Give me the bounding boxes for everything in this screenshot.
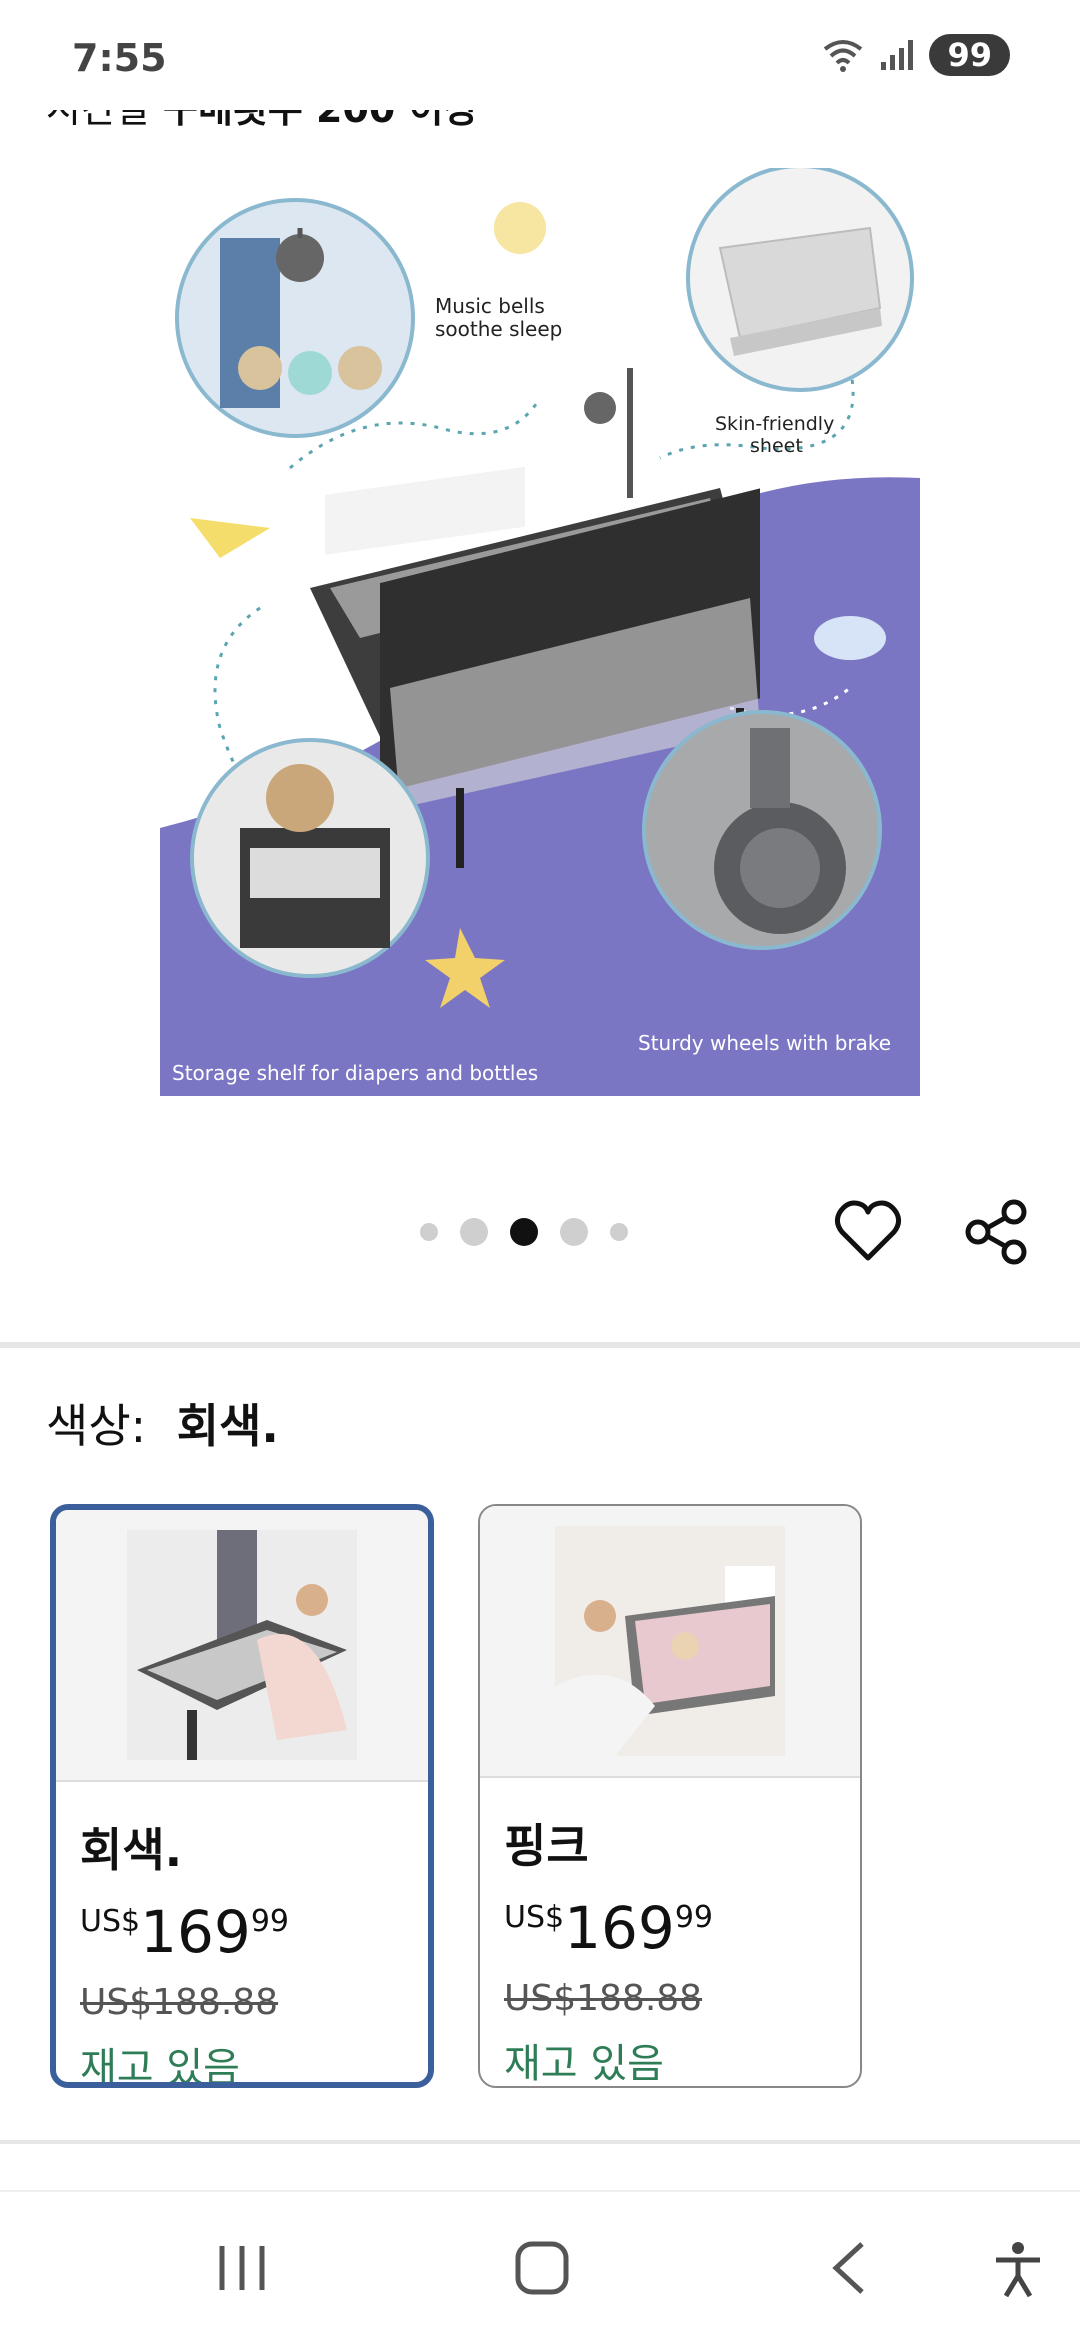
label-wheels: Sturdy wheels with brake — [638, 1031, 891, 1055]
price-whole: 169 — [140, 1898, 251, 1966]
option-name: 핑크 — [504, 1819, 589, 1873]
back-icon[interactable] — [822, 2240, 878, 2296]
label-storage: Storage shelf for diapers and bottles — [172, 1061, 538, 1085]
price-fraction: 99 — [250, 1904, 289, 1939]
battery-badge: 99 — [929, 34, 1010, 76]
color-label-text: 색상: — [46, 1399, 147, 1453]
option-name: 회색. — [80, 1823, 183, 1877]
status-icons: 99 — [821, 34, 1010, 76]
accessibility-icon[interactable] — [990, 2240, 1046, 2300]
option-price: US$16999 — [80, 1898, 404, 1966]
option-price: US$16999 — [504, 1894, 836, 1962]
option-stock: 재고 있음 — [80, 2045, 240, 2088]
price-currency: US$ — [80, 1904, 141, 1939]
option-stock: 재고 있음 — [504, 2041, 664, 2087]
price-fraction: 99 — [674, 1900, 713, 1935]
home-icon[interactable] — [514, 2240, 570, 2296]
divider — [0, 2140, 1080, 2144]
carousel-dot[interactable] — [560, 1218, 588, 1246]
color-label: 색상: 회색. — [46, 1390, 279, 1456]
color-option-card-pink[interactable]: 핑크 US$16999 US$188.88 재고 있음 — [478, 1504, 862, 2088]
label-sheet-line1: Skin-friendly — [715, 413, 834, 435]
carousel-dot[interactable] — [460, 1218, 488, 1246]
crib-thumbnail-gray — [127, 1530, 357, 1760]
label-music-line1: Music bells — [435, 294, 545, 318]
carousel-dot-active[interactable] — [510, 1218, 538, 1246]
option-old-price: US$188.88 — [504, 1978, 703, 2019]
recent-apps-icon[interactable] — [214, 2240, 270, 2296]
share-icon[interactable] — [960, 1196, 1032, 1268]
status-bar: 7:55 99 — [0, 0, 1080, 110]
carousel-dot[interactable] — [610, 1223, 628, 1241]
price-currency: US$ — [504, 1900, 565, 1935]
carousel-dot[interactable] — [420, 1223, 438, 1241]
wifi-icon — [824, 40, 863, 72]
option-thumbnail — [480, 1506, 860, 1778]
option-old-price: US$188.88 — [80, 1982, 279, 2023]
crib-thumbnail-pink — [555, 1526, 785, 1756]
heart-icon[interactable] — [832, 1196, 904, 1268]
status-time: 7:55 — [72, 36, 167, 80]
divider — [0, 1342, 1080, 1348]
carousel-dots[interactable] — [420, 1218, 628, 1246]
option-thumbnail — [56, 1510, 428, 1782]
system-nav-bar — [0, 2190, 1080, 2342]
color-selected-value: 회색. — [176, 1399, 279, 1453]
price-whole: 169 — [564, 1894, 675, 1962]
label-music-line2: soothe sleep — [435, 317, 562, 341]
product-image[interactable]: Music bells soothe sleep Skin-friendly s… — [160, 168, 920, 1096]
signal-icon — [881, 40, 914, 70]
color-option-card-gray[interactable]: 회색. US$16999 US$188.88 재고 있음 — [50, 1504, 434, 2088]
label-sheet-line2: sheet — [750, 435, 803, 457]
